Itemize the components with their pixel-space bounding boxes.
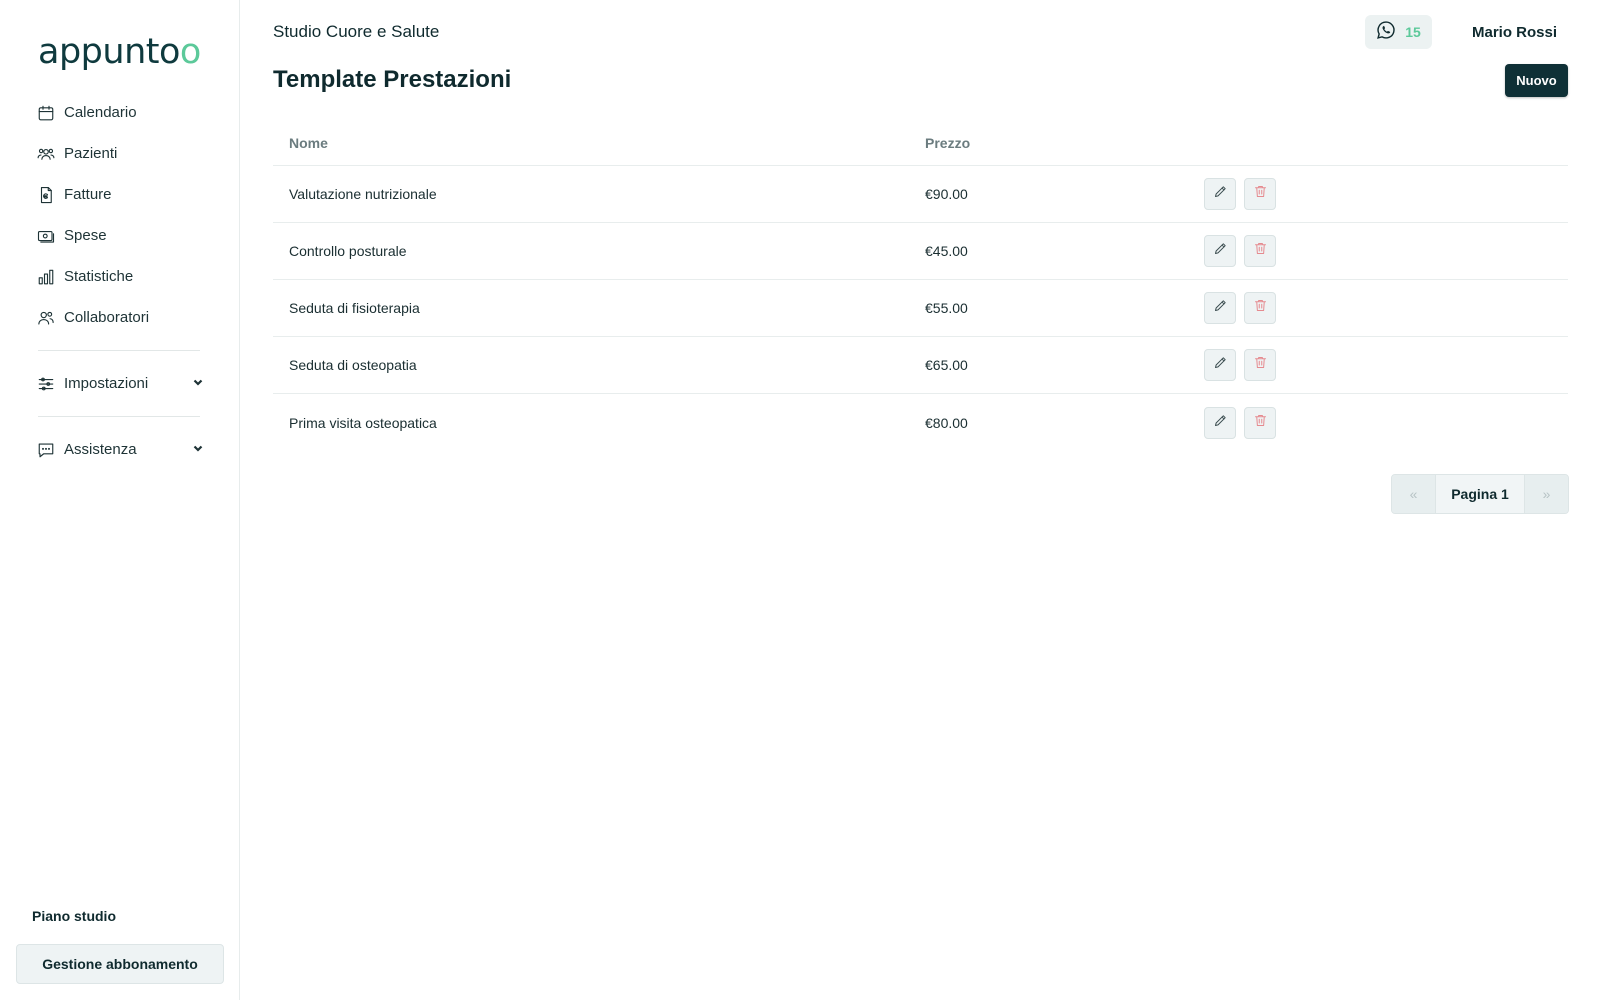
row-actions — [1204, 235, 1276, 267]
service-price: €65.00 — [925, 357, 968, 373]
studio-name: Studio Cuore e Salute — [273, 22, 440, 41]
money-icon — [36, 226, 56, 246]
table-header: Nome Prezzo — [273, 120, 1568, 166]
service-name: Seduta di fisioterapia — [289, 300, 420, 316]
pencil-icon — [1213, 413, 1228, 433]
row-actions — [1204, 349, 1276, 381]
pencil-icon — [1213, 355, 1228, 375]
team-icon — [36, 308, 56, 328]
sidebar-item-label: Collaboratori — [64, 309, 150, 326]
app-root: appuntoo Calendario Pazienti Fatture Spe… — [0, 0, 1600, 1000]
row-actions — [1204, 178, 1276, 210]
table-row: Prima visita osteopatica €80.00 — [273, 394, 1568, 451]
invoice-icon — [36, 185, 56, 205]
sliders-icon — [36, 374, 56, 394]
trash-icon — [1253, 298, 1268, 318]
edit-button[interactable] — [1204, 349, 1236, 381]
sidebar-item-calendario[interactable]: Calendario — [36, 92, 212, 133]
service-price: €55.00 — [925, 300, 968, 316]
manage-subscription-button[interactable]: Gestione abbonamento — [16, 944, 224, 984]
sidebar-item-impostazioni[interactable]: Impostazioni — [36, 363, 212, 404]
users-icon — [36, 144, 56, 164]
whatsapp-count: 15 — [1405, 24, 1421, 40]
row-actions — [1204, 292, 1276, 324]
edit-button[interactable] — [1204, 292, 1236, 324]
sidebar-item-label: Calendario — [64, 104, 137, 121]
services-table: Nome Prezzo Valutazione nutrizionale €90… — [273, 120, 1568, 451]
prev-page-button[interactable]: « — [1392, 475, 1435, 513]
trash-icon — [1253, 355, 1268, 375]
table-row: Seduta di osteopatia €65.00 — [273, 337, 1568, 394]
sidebar-divider — [38, 350, 200, 351]
table-row: Seduta di fisioterapia €55.00 — [273, 280, 1568, 337]
sidebar-item-label: Assistenza — [64, 441, 137, 458]
sidebar-item-pazienti[interactable]: Pazienti — [36, 133, 212, 174]
sidebar-item-assistenza[interactable]: Assistenza — [36, 429, 212, 470]
service-price: €90.00 — [925, 186, 968, 202]
trash-icon — [1253, 184, 1268, 204]
edit-button[interactable] — [1204, 178, 1236, 210]
trash-icon — [1253, 241, 1268, 261]
sidebar-item-label: Statistiche — [64, 268, 134, 285]
page-title: Template Prestazioni — [273, 66, 512, 93]
row-actions — [1204, 406, 1276, 439]
main-content: Studio Cuore e Salute 15 Mario Rossi Tem… — [240, 0, 1600, 1000]
service-name: Controllo posturale — [289, 243, 407, 259]
service-name: Prima visita osteopatica — [289, 414, 437, 431]
delete-button[interactable] — [1244, 235, 1276, 267]
trash-icon — [1253, 413, 1268, 433]
pencil-icon — [1213, 298, 1228, 318]
logo-text: appunt — [38, 32, 159, 72]
delete-button[interactable] — [1244, 406, 1276, 439]
sidebar-nav: Calendario Pazienti Fatture Spese Statis… — [36, 92, 212, 470]
chevron-down-icon — [192, 375, 204, 392]
service-price: €45.00 — [925, 243, 968, 259]
logo-o1: o — [158, 32, 180, 72]
plan-label: Piano studio — [32, 908, 116, 924]
sidebar-item-statistiche[interactable]: Statistiche — [36, 256, 212, 297]
service-price: €80.00 — [925, 414, 968, 431]
pencil-icon — [1213, 184, 1228, 204]
sidebar-item-label: Spese — [64, 227, 107, 244]
new-button[interactable]: Nuovo — [1505, 64, 1568, 97]
sidebar-item-label: Pazienti — [64, 145, 118, 162]
service-name: Valutazione nutrizionale — [289, 186, 437, 202]
sidebar-item-spese[interactable]: Spese — [36, 215, 212, 256]
column-header-nome[interactable]: Nome — [273, 135, 925, 151]
bar-chart-icon — [36, 267, 56, 287]
sidebar-item-label: Fatture — [64, 186, 112, 203]
user-menu[interactable]: Mario Rossi — [1472, 24, 1557, 41]
table-row: Valutazione nutrizionale €90.00 — [273, 166, 1568, 223]
calendar-icon — [36, 103, 56, 123]
delete-button[interactable] — [1244, 178, 1276, 210]
sidebar-item-collaboratori[interactable]: Collaboratori — [36, 297, 212, 338]
service-name: Seduta di osteopatia — [289, 357, 417, 373]
next-page-button[interactable]: » — [1525, 475, 1568, 513]
logo-o2: o — [179, 32, 201, 72]
column-header-prezzo[interactable]: Prezzo — [925, 135, 1204, 151]
sidebar-divider — [38, 416, 200, 417]
whatsapp-icon — [1376, 20, 1396, 45]
edit-button[interactable] — [1204, 406, 1236, 439]
logo[interactable]: appuntoo — [38, 32, 201, 72]
chat-icon — [36, 440, 56, 460]
delete-button[interactable] — [1244, 292, 1276, 324]
delete-button[interactable] — [1244, 349, 1276, 381]
edit-button[interactable] — [1204, 235, 1236, 267]
sidebar-item-fatture[interactable]: Fatture — [36, 174, 212, 215]
page-indicator: Pagina 1 — [1435, 475, 1525, 513]
sidebar-item-label: Impostazioni — [64, 375, 149, 392]
sidebar: appuntoo Calendario Pazienti Fatture Spe… — [0, 0, 240, 1000]
table-row: Controllo posturale €45.00 — [273, 223, 1568, 280]
chevron-down-icon — [192, 441, 204, 458]
pagination: « Pagina 1 » — [1391, 474, 1569, 514]
pencil-icon — [1213, 241, 1228, 261]
whatsapp-badge[interactable]: 15 — [1365, 15, 1432, 49]
